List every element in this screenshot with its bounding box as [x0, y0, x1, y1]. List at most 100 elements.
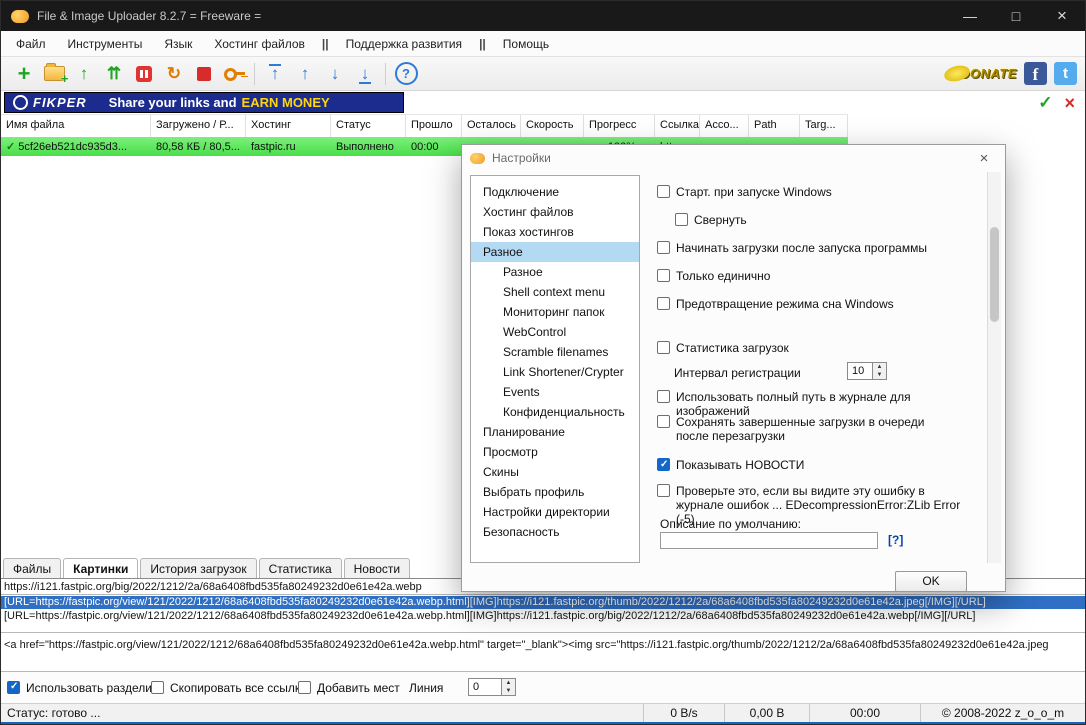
column-target[interactable]: Targ... — [800, 115, 848, 137]
settings-tree: Подключение Хостинг файлов Показ хостинг… — [470, 175, 640, 563]
folder-icon — [43, 63, 68, 86]
checkbox-keep-finished-uploads[interactable]: Сохранять завершенные загрузки в очереди… — [657, 415, 957, 443]
tree-item-hosts-display[interactable]: Показ хостингов — [471, 222, 639, 242]
minimize-button[interactable]: — — [947, 1, 993, 31]
checkbox-prevent-sleep[interactable]: Предотвращение режима сна Windows — [657, 297, 972, 311]
checkbox-show-news[interactable]: Показывать НОВОСТИ — [657, 458, 972, 472]
tree-item-events[interactable]: Events — [471, 382, 639, 402]
column-elapsed[interactable]: Прошло — [406, 115, 462, 137]
facebook-icon[interactable]: f — [1024, 62, 1047, 85]
column-uploaded[interactable]: Загружено / Р... — [151, 115, 246, 137]
apply-check-icon[interactable]: ✓ — [1038, 93, 1052, 113]
tree-item-privacy[interactable]: Конфиденциальность — [471, 402, 639, 422]
checkbox-add-place[interactable]: Добавить мест — [298, 681, 400, 695]
status-time: 00:00 — [809, 704, 920, 722]
checkbox-start-with-windows[interactable]: Старт. при запуске Windows — [657, 185, 972, 199]
tree-item-scheduling[interactable]: Планирование — [471, 422, 639, 442]
upload-icon[interactable]: ↑ — [69, 60, 99, 88]
restart-icon[interactable]: ↻ — [159, 60, 189, 88]
tab-files[interactable]: Файлы — [3, 558, 62, 578]
tree-item-connection[interactable]: Подключение — [471, 182, 639, 202]
spinner-up-icon[interactable]: ▲ — [873, 363, 886, 371]
spinner-up-icon[interactable]: ▲ — [502, 679, 515, 687]
column-path[interactable]: Path — [749, 115, 800, 137]
checkbox-upload-statistics[interactable]: Статистика загрузок — [657, 341, 972, 355]
close-button[interactable]: × — [1039, 1, 1085, 31]
done-check-icon: ✓ — [6, 141, 16, 153]
tree-item-misc[interactable]: Разное — [471, 242, 639, 262]
donate-button[interactable]: DONATE — [942, 63, 1017, 84]
menu-file[interactable]: Файл — [5, 33, 57, 55]
tree-item-misc-sub[interactable]: Разное — [471, 262, 639, 282]
column-progress[interactable]: Прогресс — [584, 115, 655, 137]
key-icon[interactable] — [219, 60, 249, 88]
move-down-icon[interactable]: ↓ — [320, 60, 350, 88]
interval-spinner-value[interactable]: 10 — [847, 362, 873, 380]
tree-item-view[interactable]: Просмотр — [471, 442, 639, 462]
tree-item-choose-profile[interactable]: Выбрать профиль — [471, 482, 639, 502]
dialog-scrollbar[interactable] — [987, 172, 1001, 563]
link-line-html[interactable]: <a href="https://fastpic.org/view/121/20… — [1, 639, 1085, 652]
status-size: 0,00 B — [724, 704, 809, 722]
tab-pictures[interactable]: Картинки — [63, 558, 139, 578]
column-link[interactable]: Ссылка — [655, 115, 700, 137]
tree-item-file-hosting[interactable]: Хостинг файлов — [471, 202, 639, 222]
ok-button[interactable]: OK — [895, 571, 967, 592]
column-account[interactable]: Acco... — [700, 115, 749, 137]
checkbox-start-uploads-on-launch[interactable]: Начинать загрузки после запуска программ… — [657, 241, 972, 255]
checkbox-minimized[interactable]: Свернуть — [675, 213, 990, 227]
tree-item-security[interactable]: Безопасность — [471, 522, 639, 542]
tree-item-link-shortener[interactable]: Link Shortener/Crypter — [471, 362, 639, 382]
tree-item-skins[interactable]: Скины — [471, 462, 639, 482]
tree-item-directory-settings[interactable]: Настройки директории — [471, 502, 639, 522]
tree-item-webcontrol[interactable]: WebControl — [471, 322, 639, 342]
move-bottom-icon[interactable]: ↓ — [350, 60, 380, 88]
checkbox-single-only[interactable]: Только единично — [657, 269, 972, 283]
add-folder-icon[interactable] — [39, 60, 69, 88]
link-line-bbcode-big[interactable]: [URL=https://fastpic.org/view/121/2022/1… — [1, 610, 1085, 623]
menu-support[interactable]: Поддержка развития — [335, 33, 473, 55]
checkbox-copy-all-links[interactable]: Скопировать все ссылки — [151, 681, 307, 695]
help-icon[interactable]: ? — [391, 60, 421, 88]
description-help-link[interactable]: [?] — [888, 533, 903, 547]
column-remaining[interactable]: Осталось — [462, 115, 521, 137]
link-line-bbcode-thumb[interactable]: [URL=https://fastpic.org/view/121/2022/1… — [1, 596, 1085, 609]
add-icon[interactable]: + — [9, 60, 39, 88]
tab-news[interactable]: Новости — [343, 558, 411, 578]
tab-history[interactable]: История загрузок — [140, 558, 257, 578]
cancel-x-icon[interactable]: × — [1064, 94, 1075, 112]
tab-statistics[interactable]: Статистика — [258, 558, 342, 578]
checkbox-box — [151, 681, 164, 694]
menu-help[interactable]: Помощь — [492, 33, 560, 55]
spinner-down-icon[interactable]: ▼ — [873, 371, 886, 379]
checkbox-full-path-in-log[interactable]: Использовать полный путь в журнале для и… — [657, 390, 972, 418]
footer-controls: Использовать раздели Скопировать все ссы… — [1, 671, 1085, 703]
default-description-input[interactable] — [660, 532, 878, 549]
move-top-icon[interactable]: ↑ — [260, 60, 290, 88]
column-status[interactable]: Статус — [331, 115, 406, 137]
column-filename[interactable]: Имя файла — [1, 115, 151, 137]
menu-file-hosting[interactable]: Хостинг файлов — [203, 33, 316, 55]
cell-status: Выполнено — [336, 140, 394, 153]
toolbar-separator — [254, 62, 255, 85]
menu-language[interactable]: Язык — [153, 33, 203, 55]
move-up-icon[interactable]: ↑ — [290, 60, 320, 88]
tree-item-scramble-filenames[interactable]: Scramble filenames — [471, 342, 639, 362]
fikper-banner[interactable]: FIKPER Share your links and EARN MONEY — [4, 92, 404, 113]
checkbox-use-separator[interactable]: Использовать раздели — [7, 681, 152, 695]
upload-all-icon[interactable]: ⇈ — [99, 60, 129, 88]
spinner-down-icon[interactable]: ▼ — [502, 687, 515, 695]
line-spinner-value[interactable]: 0 — [468, 678, 502, 696]
tree-item-folder-monitoring[interactable]: Мониторинг папок — [471, 302, 639, 322]
banner-text: Share your links and EARN MONEY — [109, 95, 330, 110]
maximize-button[interactable]: □ — [993, 1, 1039, 31]
tree-item-shell-context-menu[interactable]: Shell context menu — [471, 282, 639, 302]
twitter-icon[interactable]: t — [1054, 62, 1077, 85]
menu-tools[interactable]: Инструменты — [57, 33, 154, 55]
pause-icon[interactable] — [129, 60, 159, 88]
stop-icon[interactable] — [189, 60, 219, 88]
dialog-close-icon[interactable]: × — [963, 145, 1005, 171]
scrollbar-thumb[interactable] — [990, 227, 999, 322]
column-speed[interactable]: Скорость — [521, 115, 584, 137]
column-hosting[interactable]: Хостинг — [246, 115, 331, 137]
